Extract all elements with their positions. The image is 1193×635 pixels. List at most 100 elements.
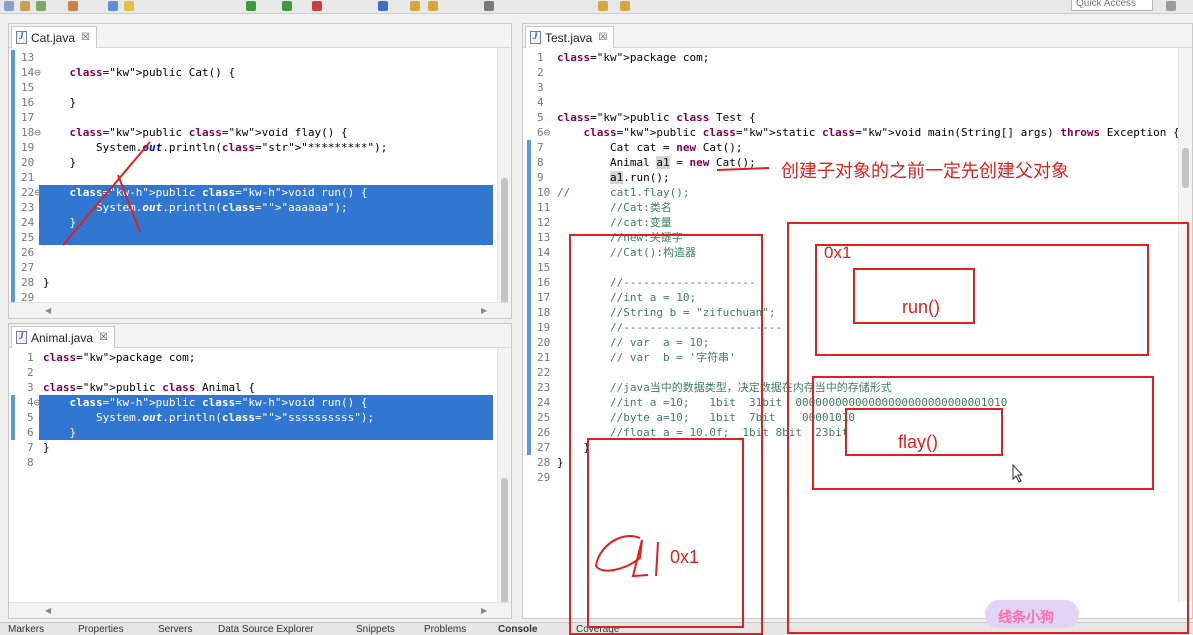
line-number: 13 bbox=[21, 51, 35, 64]
line-number: 22⊖ bbox=[21, 186, 41, 199]
tab-animal-java[interactable]: Animal.java ☒ bbox=[11, 326, 115, 348]
line-number: 2 bbox=[27, 366, 34, 379]
line-number: 5 bbox=[27, 411, 34, 424]
animal-java-editor: Animal.java ☒ 1 class="kw">package com; 2 3… bbox=[8, 323, 512, 619]
line-number: 12 bbox=[537, 216, 551, 229]
bottom-tab-problems[interactable]: Problems bbox=[424, 624, 466, 635]
line-number: 28 bbox=[21, 276, 35, 289]
line-number: 2 bbox=[537, 66, 544, 79]
toolbar-icon[interactable] bbox=[378, 1, 388, 11]
horizontal-scrollbar[interactable]: ◀ ▶ bbox=[9, 602, 511, 618]
code-line[interactable]: class="kw">public class="kw">static clas… bbox=[557, 125, 1179, 140]
line-number: 3 bbox=[27, 381, 34, 394]
code-line[interactable]: } bbox=[43, 155, 76, 170]
code-line[interactable]: class="kw-h">public class="kw-h">void ru… bbox=[43, 395, 368, 410]
code-line[interactable]: class="kw">public class="kw">void flay()… bbox=[43, 125, 348, 140]
line-number: 21 bbox=[537, 351, 551, 364]
code-line[interactable]: a1.run(); bbox=[557, 170, 670, 185]
quick-access-field[interactable]: Quick Access bbox=[1071, 0, 1153, 11]
tab-label: Test.java bbox=[545, 30, 593, 45]
vertical-scrollbar[interactable] bbox=[497, 348, 511, 604]
bottom-tab-snippets[interactable]: Snippets bbox=[356, 624, 395, 635]
line-number: 18 bbox=[537, 306, 551, 319]
code-line[interactable]: class="kw">package com; bbox=[557, 50, 709, 65]
bottom-tab-console[interactable]: Console bbox=[498, 624, 537, 635]
tab-cat-java[interactable]: Cat.java ☒ bbox=[11, 26, 97, 48]
code-line[interactable]: } bbox=[43, 440, 50, 455]
line-number: 15 bbox=[21, 81, 35, 94]
line-number: 5 bbox=[537, 111, 544, 124]
line-number: 4⊖ bbox=[27, 396, 41, 409]
bottom-tab-servers[interactable]: Servers bbox=[158, 624, 192, 635]
code-line[interactable]: } bbox=[557, 455, 564, 470]
toolbar-icon[interactable] bbox=[282, 1, 292, 11]
code-line[interactable]: } bbox=[43, 275, 50, 290]
code-line[interactable]: class="kw-h">public class="kw-h">void ru… bbox=[43, 185, 368, 200]
close-icon[interactable]: ☒ bbox=[598, 32, 607, 43]
code-line[interactable]: //Cat:类名 bbox=[557, 200, 672, 215]
toolbar-icon[interactable] bbox=[484, 1, 494, 11]
close-icon[interactable]: ☒ bbox=[81, 32, 90, 43]
line-number: 24 bbox=[537, 396, 551, 409]
code-area[interactable]: 13 14⊖ class="kw">public Cat() {15 16 } 17 1… bbox=[9, 48, 497, 302]
toolbar-icon[interactable] bbox=[36, 1, 46, 11]
code-line[interactable]: } bbox=[43, 95, 76, 110]
tab-test-java[interactable]: Test.java ☒ bbox=[525, 26, 615, 48]
code-area[interactable]: 1 class="kw">package com; 2 3 class="kw">pub… bbox=[9, 348, 497, 602]
java-file-icon bbox=[16, 331, 27, 344]
selection-highlight bbox=[39, 215, 493, 230]
line-number: 22 bbox=[537, 366, 551, 379]
code-line[interactable]: System.out.println(class="">"ssssssssss"… bbox=[43, 410, 374, 425]
code-line[interactable]: Cat cat = new Cat(); bbox=[557, 140, 742, 155]
cat-java-editor: Cat.java ☒ 13 14⊖ class="kw">public Cat()… bbox=[8, 23, 512, 319]
code-line[interactable]: class="kw">public Cat() { bbox=[43, 65, 236, 80]
toolbar-icon[interactable] bbox=[246, 1, 256, 11]
code-line[interactable]: } bbox=[43, 425, 76, 440]
vertical-scrollbar[interactable] bbox=[497, 48, 511, 304]
line-number: 18⊖ bbox=[21, 126, 41, 139]
annotation-flay: flay() bbox=[898, 432, 938, 452]
toolbar-icon[interactable] bbox=[620, 1, 630, 11]
toolbar-icon[interactable] bbox=[312, 1, 322, 11]
toolbar-icon[interactable] bbox=[428, 1, 438, 11]
toolbar-icon[interactable] bbox=[124, 1, 134, 11]
line-number: 25 bbox=[21, 231, 35, 244]
selection-highlight bbox=[39, 230, 493, 245]
toolbar-icon[interactable] bbox=[410, 1, 420, 11]
toolbar-icon[interactable] bbox=[20, 1, 30, 11]
toolbar-icon[interactable] bbox=[598, 1, 608, 11]
code-line[interactable]: //cat:变量 bbox=[557, 215, 672, 230]
toolbar-icon[interactable] bbox=[4, 1, 14, 11]
bottom-tab-markers[interactable]: Markers bbox=[8, 624, 44, 635]
code-line[interactable]: class="kw">public class Animal { bbox=[43, 380, 255, 395]
code-line[interactable]: System.out.println(class="str">"********… bbox=[43, 140, 387, 155]
toolbar-icon[interactable] bbox=[68, 1, 78, 11]
close-icon[interactable]: ☒ bbox=[99, 332, 108, 343]
horizontal-scrollbar[interactable]: ◀ ▶ bbox=[9, 302, 511, 318]
bottom-tab-data-source-explorer[interactable]: Data Source Explorer bbox=[218, 624, 314, 635]
editor-tabbar: Test.java ☒ bbox=[523, 24, 1192, 48]
line-number: 25 bbox=[537, 411, 551, 424]
line-number: 17 bbox=[21, 111, 35, 124]
code-line[interactable]: System.out.println(class="">"aaaaaa"); bbox=[43, 200, 348, 215]
code-line[interactable]: // cat1.flay(); bbox=[557, 185, 689, 200]
line-number: 9 bbox=[537, 171, 544, 184]
perspective-icon[interactable] bbox=[1166, 1, 1176, 11]
editor-tabbar: Cat.java ☒ bbox=[9, 24, 511, 48]
code-line[interactable]: class="kw">public class Test { bbox=[557, 110, 756, 125]
code-line[interactable]: class="kw">package com; bbox=[43, 350, 195, 365]
line-number: 27 bbox=[21, 261, 35, 274]
code-line[interactable]: } bbox=[43, 215, 76, 230]
change-marker bbox=[11, 395, 15, 440]
line-number: 8 bbox=[537, 156, 544, 169]
toolbar-icon[interactable] bbox=[108, 1, 118, 11]
bottom-tab-properties[interactable]: Properties bbox=[78, 624, 124, 635]
code-line[interactable]: Animal a1 = new Cat(); bbox=[557, 155, 756, 170]
line-number: 13 bbox=[537, 231, 551, 244]
line-number: 6 bbox=[27, 426, 34, 439]
editor-tabbar: Animal.java ☒ bbox=[9, 324, 511, 348]
line-number: 19 bbox=[537, 321, 551, 334]
change-marker bbox=[11, 50, 15, 302]
line-number: 24 bbox=[21, 216, 35, 229]
line-number: 27 bbox=[537, 441, 551, 454]
